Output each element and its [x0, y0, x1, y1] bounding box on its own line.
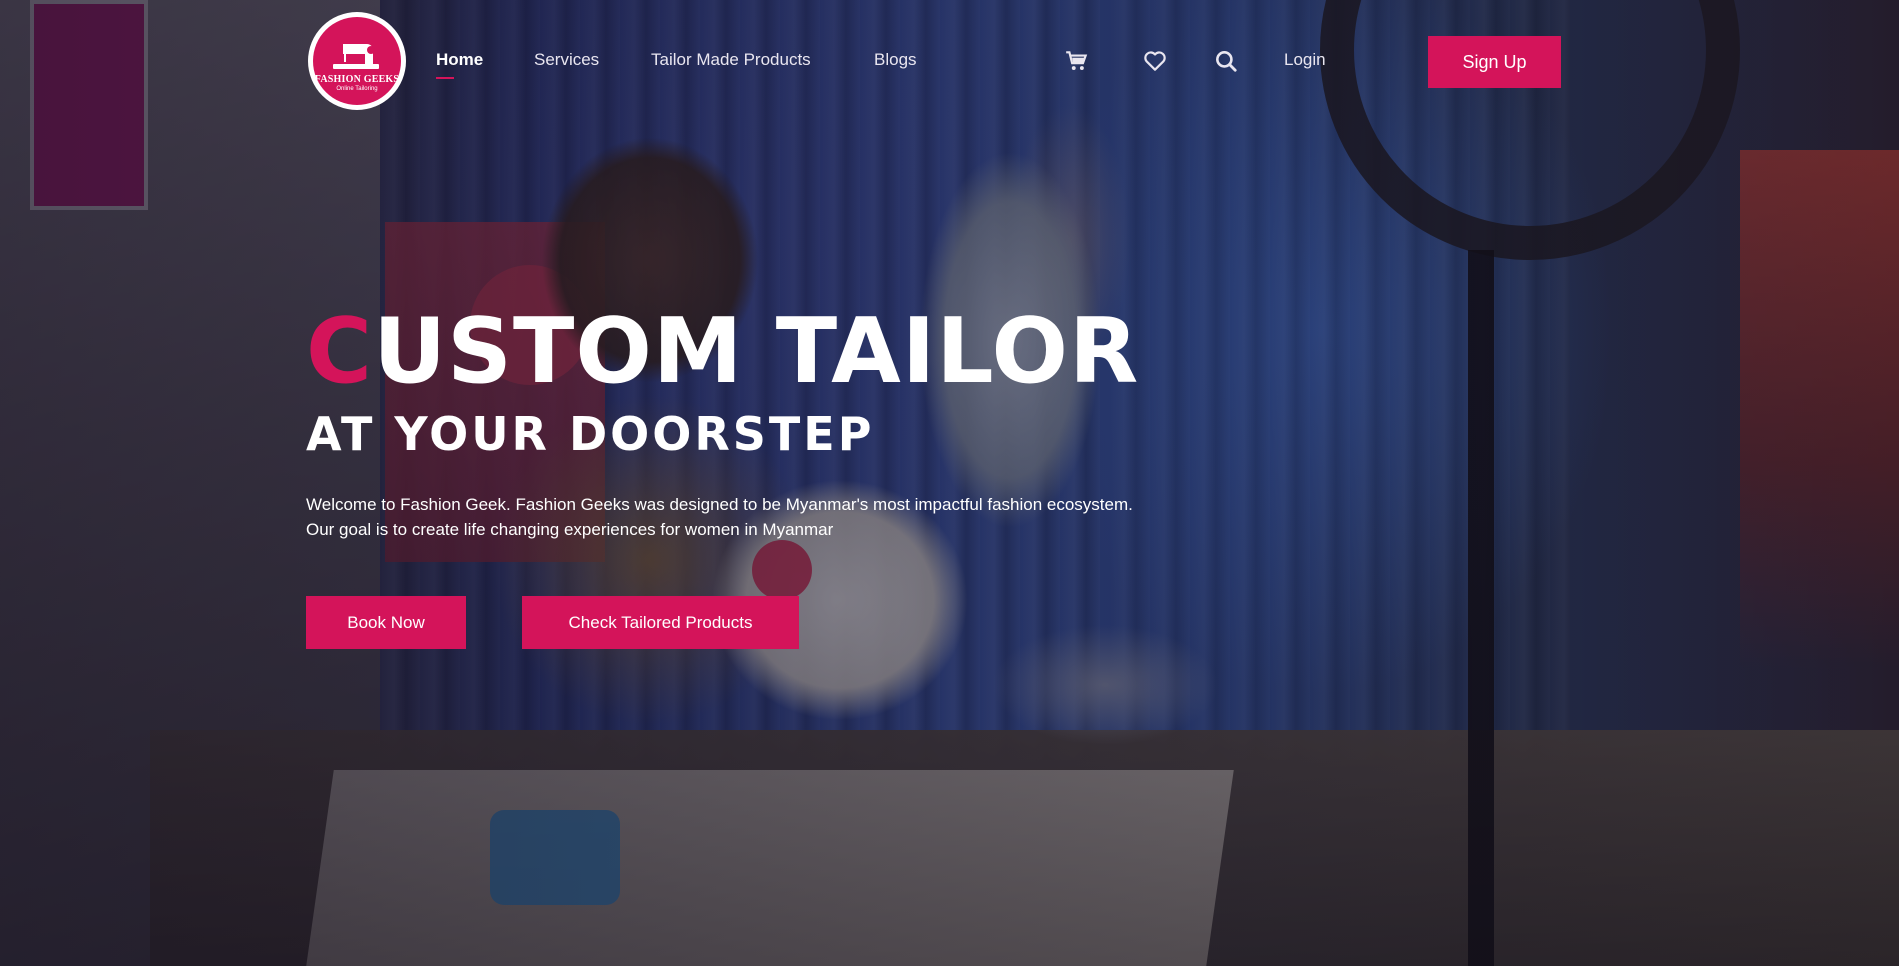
logo-tagline: Online Tailoring [336, 86, 378, 92]
hero-overlay [0, 0, 1899, 966]
search-icon[interactable] [1213, 48, 1239, 74]
sewing-machine-icon [333, 44, 379, 69]
cart-icon[interactable] [1064, 48, 1090, 74]
book-now-button[interactable]: Book Now [306, 596, 466, 649]
sign-up-button[interactable]: Sign Up [1428, 36, 1561, 88]
hero-title-text: USTOM TAILOR [373, 299, 1140, 404]
nav-item-tailor-made-products[interactable]: Tailor Made Products [651, 50, 811, 70]
site-header: FASHION GEEKS Online Tailoring Home Serv… [0, 0, 1899, 120]
nav-item-services[interactable]: Services [534, 50, 599, 70]
check-tailored-products-button[interactable]: Check Tailored Products [522, 596, 799, 649]
nav-item-blogs[interactable]: Blogs [874, 50, 917, 70]
heart-icon[interactable] [1142, 48, 1168, 74]
hero-description: Welcome to Fashion Geek. Fashion Geeks w… [306, 492, 1206, 542]
logo-badge: FASHION GEEKS Online Tailoring [313, 17, 401, 105]
login-link[interactable]: Login [1284, 50, 1326, 70]
hero-title: CUSTOM TAILOR [306, 302, 1139, 402]
nav-item-home[interactable]: Home [436, 50, 483, 79]
brand-logo[interactable]: FASHION GEEKS Online Tailoring [308, 12, 406, 110]
hero-subtitle: AT YOUR DOORSTEP [306, 407, 875, 461]
logo-wordmark: FASHION GEEKS [314, 74, 400, 85]
hero-description-line: Our goal is to create life changing expe… [306, 520, 834, 539]
hero-title-accent-letter: C [306, 299, 374, 404]
hero-description-line: Welcome to Fashion Geek. Fashion Geeks w… [306, 495, 1133, 514]
hero-background-image [0, 0, 1899, 966]
